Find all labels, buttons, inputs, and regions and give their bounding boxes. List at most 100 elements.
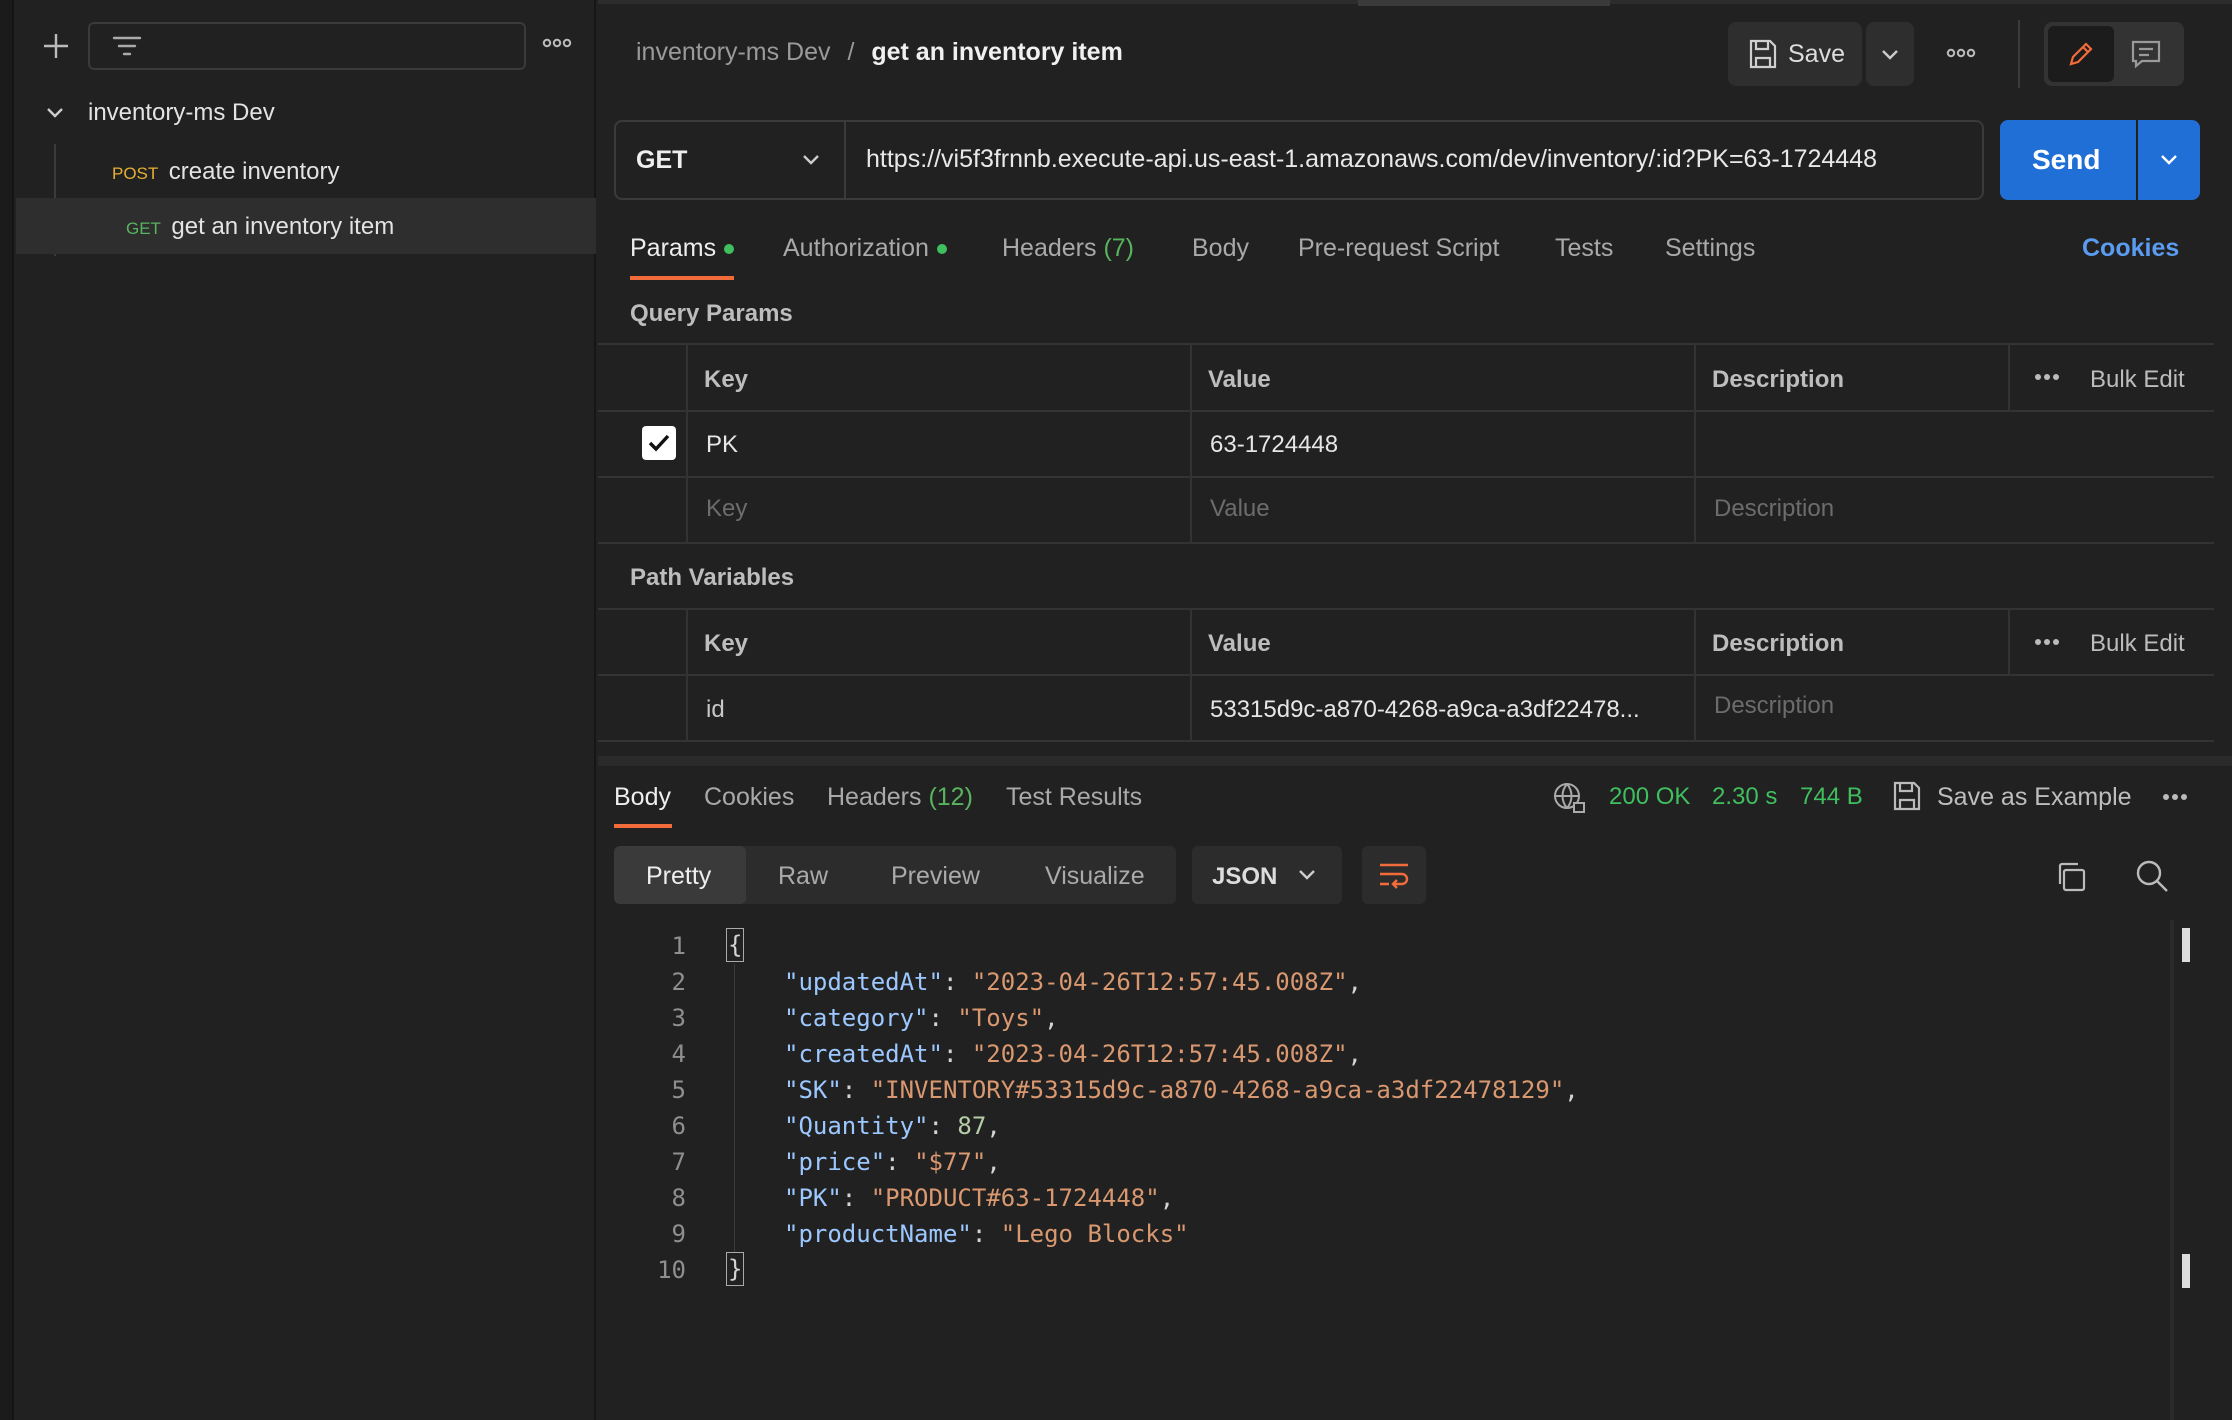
url-input[interactable]: https://vi5f3frnnb.execute-api.us-east-1… <box>866 145 1877 174</box>
edit-mode-toggle <box>2044 22 2184 86</box>
query-params-title: Query Params <box>630 300 793 327</box>
divider <box>598 343 2214 345</box>
chevron-down-icon <box>800 149 822 171</box>
line-number: 5 <box>671 1076 686 1104</box>
sidebar-more-icon[interactable] <box>542 36 572 50</box>
view-mode-raw[interactable]: Raw <box>778 862 828 891</box>
column-more-icon[interactable] <box>2034 636 2060 648</box>
params-active-dot <box>724 244 735 255</box>
json-value: "Lego Blocks" <box>1000 1220 1189 1248</box>
param-checkbox[interactable] <box>642 426 676 460</box>
bulk-edit-button[interactable]: Bulk Edit <box>2090 630 2185 658</box>
divider <box>2008 608 2010 674</box>
send-label: Send <box>2032 144 2101 175</box>
tab-headers[interactable]: Headers (7) <box>1002 234 1134 263</box>
pane-resize-handle[interactable] <box>598 756 2232 766</box>
new-param-value-input[interactable]: Value <box>1210 495 1270 523</box>
line-number: 6 <box>671 1112 686 1140</box>
view-mode-preview[interactable]: Preview <box>891 862 980 891</box>
json-value: "INVENTORY#53315d9c-a870-4268-a9ca-a3df2… <box>870 1076 1565 1104</box>
divider <box>598 542 2214 544</box>
divider <box>598 410 2214 412</box>
tab-response-body[interactable]: Body <box>614 783 671 812</box>
filter-icon[interactable] <box>112 34 142 60</box>
path-variables-title: Path Variables <box>630 564 795 591</box>
response-more-icon[interactable] <box>2162 791 2188 803</box>
response-size[interactable]: 744 B <box>1800 783 1863 811</box>
column-header-description: Description <box>1712 630 1845 657</box>
line-number: 9 <box>671 1220 686 1248</box>
wrap-lines-icon <box>1378 860 1410 890</box>
line-number: 4 <box>671 1040 686 1068</box>
breadcrumb-parent[interactable]: inventory-ms Dev <box>636 38 831 66</box>
more-options-icon[interactable] <box>1946 46 1976 60</box>
json-key: "SK" <box>784 1076 842 1104</box>
param-value[interactable]: 63-1724448 <box>1210 431 1338 459</box>
save-button[interactable]: Save <box>1728 22 1862 86</box>
save-dropdown-button[interactable] <box>1866 22 1914 86</box>
json-key: "updatedAt" <box>784 968 943 996</box>
page-title: get an inventory item <box>871 38 1123 66</box>
json-value: 87 <box>957 1112 987 1140</box>
divider <box>598 740 2214 742</box>
tab-settings[interactable]: Settings <box>1665 234 1755 263</box>
format-select[interactable]: JSON <box>1192 846 1342 904</box>
bulk-edit-button[interactable]: Bulk Edit <box>2090 366 2185 394</box>
status-code[interactable]: 200 OK <box>1609 783 1690 811</box>
line-number: 2 <box>671 968 686 996</box>
column-header-value: Value <box>1208 630 1271 657</box>
tab-response-headers[interactable]: Headers (12) <box>827 783 973 812</box>
column-header-description: Description <box>1712 366 1845 393</box>
divider <box>1190 608 1192 740</box>
save-example-icon <box>1892 780 1922 812</box>
method-select[interactable]: GET <box>614 120 846 200</box>
view-mode-visualize[interactable]: Visualize <box>1045 862 1145 891</box>
response-time[interactable]: 2.30 s <box>1712 783 1777 811</box>
wrap-lines-button[interactable] <box>1362 846 1426 904</box>
save-label: Save <box>1788 40 1845 68</box>
tab-pre-request-script[interactable]: Pre-request Script <box>1298 234 1499 263</box>
response-json-viewer[interactable]: 1 2 3 4 5 6 7 8 9 10 { } "updatedAt": "2… <box>626 928 2146 1328</box>
divider <box>1694 343 1696 542</box>
breadcrumb: inventory-ms Dev / get an inventory item <box>636 38 1123 67</box>
tab-authorization[interactable]: Authorization <box>783 234 947 263</box>
path-variable-value[interactable]: 53315d9c-a870-4268-a9ca-a3df22478... <box>1210 696 1640 724</box>
method-badge-post: POST <box>112 164 159 183</box>
comment-icon[interactable] <box>2130 39 2162 69</box>
line-number: 1 <box>671 932 686 960</box>
new-collection-icon[interactable] <box>40 30 72 62</box>
collection-name[interactable]: inventory-ms Dev <box>88 99 275 127</box>
tab-body[interactable]: Body <box>1192 234 1249 263</box>
scrollbar-track[interactable] <box>2170 920 2174 1420</box>
scroll-marker <box>2182 928 2190 962</box>
param-key[interactable]: PK <box>706 431 738 459</box>
tab-response-cookies[interactable]: Cookies <box>704 783 794 812</box>
column-header-key: Key <box>704 630 749 657</box>
send-button[interactable]: Send <box>2000 120 2136 200</box>
sidebar-filter-input[interactable] <box>88 22 526 70</box>
save-as-example-button[interactable]: Save as Example <box>1937 783 2132 812</box>
json-value: "2023-04-26T12:57:45.008Z" <box>971 968 1348 996</box>
send-dropdown-button[interactable] <box>2138 120 2200 200</box>
sidebar-item-create-inventory[interactable]: POST create inventory <box>112 158 340 186</box>
tab-tests[interactable]: Tests <box>1555 234 1613 263</box>
tab-test-results[interactable]: Test Results <box>1006 783 1142 812</box>
new-param-description-input[interactable]: Description <box>1714 495 1834 523</box>
divider <box>2008 343 2010 410</box>
chevron-down-icon[interactable] <box>44 102 66 124</box>
json-line: "updatedAt": "2023-04-26T12:57:45.008Z", <box>784 968 1362 996</box>
new-param-key-input[interactable]: Key <box>706 495 747 523</box>
edit-mode-button[interactable] <box>2048 26 2114 82</box>
divider <box>686 343 688 542</box>
cookies-link[interactable]: Cookies <box>2082 234 2179 263</box>
json-line: "SK": "INVENTORY#53315d9c-a870-4268-a9ca… <box>784 1076 1579 1104</box>
search-icon[interactable] <box>2134 858 2170 894</box>
column-more-icon[interactable] <box>2034 371 2060 383</box>
globe-icon[interactable] <box>1552 781 1586 815</box>
divider <box>598 674 2214 676</box>
copy-icon[interactable] <box>2054 860 2088 894</box>
json-key: "category" <box>784 1004 929 1032</box>
path-variable-description-input[interactable]: Description <box>1714 692 1834 720</box>
view-mode-pretty[interactable]: Pretty <box>614 846 746 904</box>
tab-params[interactable]: Params <box>630 234 735 263</box>
